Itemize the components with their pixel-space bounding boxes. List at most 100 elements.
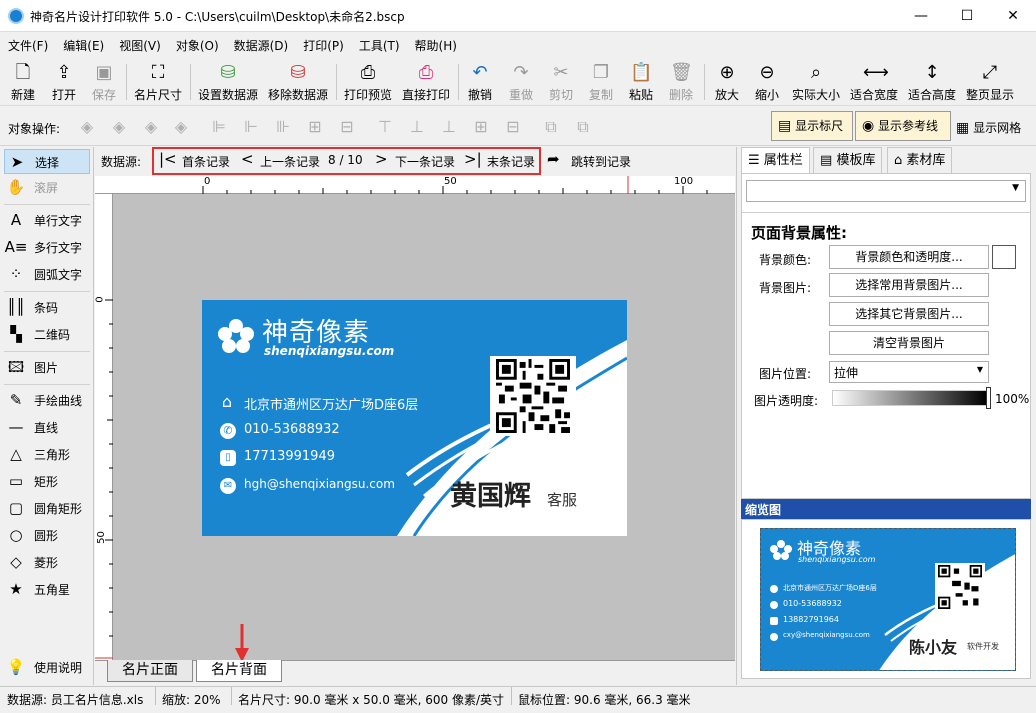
redo-button[interactable]: ↷ 重做 (506, 60, 536, 104)
card-size-icon: ⛶ (151, 62, 165, 83)
mobile-icon: ▯ (220, 450, 236, 466)
zoom-out-button[interactable]: ⊖ 缩小 (752, 60, 782, 104)
align-center-icon[interactable]: ⊩ (240, 116, 262, 138)
tool-barcode[interactable]: ║║ 条码 (4, 295, 90, 320)
props-divider (742, 212, 1030, 213)
align-bottom-icon[interactable]: ⊥ (438, 116, 460, 138)
layer-down-icon[interactable]: ◈ (140, 116, 162, 138)
tools-divider (4, 291, 90, 292)
fit-width-button[interactable]: ⟷ 适合宽度 (848, 60, 900, 104)
new-button[interactable]: 🗋 新建 (8, 60, 38, 104)
image-position-select[interactable]: 拉伸 ▼ (829, 361, 989, 383)
image-opacity-slider[interactable] (832, 390, 988, 406)
menu-help[interactable]: 帮助(H) (407, 33, 464, 54)
tool-diamond[interactable]: ◇ 菱形 (4, 550, 90, 575)
show-ruler-toggle[interactable]: ▤ 显示标尺 (771, 111, 853, 141)
card-size-button[interactable]: ⛶ 名片尺寸 (132, 60, 184, 104)
clear-bg-button[interactable]: 清空背景图片 (829, 331, 989, 355)
align-right-icon[interactable]: ⊪ (272, 116, 294, 138)
minimize-button[interactable]: — (898, 0, 944, 32)
object-selector-dropdown[interactable]: ▼ (746, 180, 1026, 202)
bg-color-swatch[interactable] (992, 245, 1016, 269)
save-button[interactable]: ▣ 保存 (89, 60, 119, 104)
undo-button[interactable]: ↶ 撤销 (465, 60, 495, 104)
tool-multi-text[interactable]: A≡ 多行文字 (4, 235, 90, 260)
tool-circle[interactable]: ○ 圆形 (4, 523, 90, 548)
tool-image[interactable]: 🖾 图片 (4, 355, 90, 380)
rect-icon: ▭ (8, 472, 24, 490)
tool-qrcode[interactable]: ▚ 二维码 (4, 322, 90, 347)
ungroup-icon[interactable]: ⧉ (572, 116, 594, 138)
distribute-v-icon[interactable]: ⊞ (470, 116, 492, 138)
menu-edit[interactable]: 编辑(E) (55, 33, 111, 54)
open-button[interactable]: ⇪ 打开 (49, 60, 79, 104)
align-middle-icon[interactable]: ⊥ (406, 116, 428, 138)
preview-card[interactable]: 神奇像素 shenqixiangsu.com 北京市通州区万达广场D座6层 01… (760, 528, 1016, 671)
brand-logo-icon (218, 319, 254, 353)
align-top-icon[interactable]: ⊤ (374, 116, 396, 138)
line-icon: — (8, 418, 24, 436)
tab-card-back[interactable]: 名片背面 (196, 660, 282, 682)
object-bar: 对象操作: ◈ ◈ ◈ ◈ ⊫ ⊩ ⊪ ⊞ ⊟ ⊤ ⊥ ⊥ ⊞ ⊟ ⧉ ⧉ ▤ … (0, 108, 1036, 146)
menu-object[interactable]: 对象(O) (168, 33, 226, 54)
fit-height-button[interactable]: ↕ 适合高度 (906, 60, 958, 104)
tab-materials[interactable]: ⌂ 素材库 (887, 147, 953, 173)
zoom-in-button[interactable]: ⊕ 放大 (712, 60, 742, 104)
show-guides-toggle[interactable]: ◉ 显示参考线 (855, 111, 951, 141)
delete-button[interactable]: 🗑 删除 (666, 60, 696, 104)
menu-tools[interactable]: 工具(T) (351, 33, 407, 54)
send-back-icon[interactable]: ◈ (170, 116, 192, 138)
menu-file[interactable]: 文件(F) (0, 33, 55, 54)
tool-single-text[interactable]: A 单行文字 (4, 208, 90, 233)
choose-other-bg-button[interactable]: 选择其它背景图片... (829, 302, 989, 326)
tool-select[interactable]: ➤ 选择 (4, 149, 90, 174)
help-button[interactable]: 💡 使用说明 (4, 655, 90, 680)
ruler-v-label-0: 0 (94, 296, 106, 303)
properties-panel: ▼ 页面背景属性: 背景颜色: 背景颜色和透明度... 背景图片: 选择常用背景… (741, 173, 1031, 499)
tab-card-front[interactable]: 名片正面 (107, 660, 193, 682)
group-icon[interactable]: ⧉ (540, 116, 562, 138)
main-toolbar: 🗋 新建 ⇪ 打开 ▣ 保存 ⛶ 名片尺寸 ⛁ 设置数据源 ⛁ 移除数据源 ⎙ 打印预览 ⎙ 直… (0, 58, 1036, 106)
distribute-h2-icon[interactable]: ⊟ (336, 116, 358, 138)
tool-star[interactable]: ★ 五角星 (4, 577, 90, 602)
print-preview-button[interactable]: ⎙ 打印预览 (342, 60, 394, 104)
tool-scroll[interactable]: ✋ 滚屏 (4, 175, 90, 200)
full-page-button[interactable]: ⤢ 整页显示 (964, 60, 1016, 104)
distribute-h-icon[interactable]: ⊞ (304, 116, 326, 138)
tool-line[interactable]: — 直线 (4, 415, 90, 440)
menu-datasource[interactable]: 数据源(D) (226, 33, 296, 54)
bring-front-icon[interactable]: ◈ (76, 116, 98, 138)
toolbar-divider (190, 64, 191, 100)
tools-divider (4, 384, 90, 385)
tool-round-rect[interactable]: ▢ 圆角矩形 (4, 496, 90, 521)
horizontal-ruler: 0 50 100 (95, 176, 735, 194)
paste-button[interactable]: 📋 粘贴 (626, 60, 656, 104)
layer-up-icon[interactable]: ◈ (108, 116, 130, 138)
opacity-slider-handle[interactable] (986, 387, 991, 409)
menu-view[interactable]: 视图(V) (111, 33, 168, 54)
ruler-icon: ▤ (778, 118, 792, 134)
tab-templates[interactable]: ▤ 模板库 (813, 147, 883, 173)
align-left-icon[interactable]: ⊫ (208, 116, 230, 138)
actual-size-button[interactable]: ⌕ 实际大小 (790, 60, 842, 104)
business-card[interactable]: 神奇像素 shenqixiangsu.com ⌂ 北京市通州区万达广场D座6层 … (202, 300, 627, 536)
maximize-button[interactable]: ☐ (944, 0, 990, 32)
jump-record-button[interactable]: 跳转到记录 (571, 153, 631, 170)
choose-common-bg-button[interactable]: 选择常用背景图片... (829, 273, 989, 297)
tab-properties[interactable]: ☰ 属性栏 (741, 147, 810, 173)
copy-button[interactable]: ❐ 复制 (586, 60, 616, 104)
star-icon: ★ (9, 580, 23, 598)
tool-rect[interactable]: ▭ 矩形 (4, 469, 90, 494)
menu-print[interactable]: 打印(P) (295, 33, 351, 54)
cut-button[interactable]: ✂ 剪切 (546, 60, 576, 104)
remove-datasource-button[interactable]: ⛁ 移除数据源 (266, 60, 330, 104)
tool-triangle[interactable]: △ 三角形 (4, 442, 90, 467)
close-button[interactable]: ✕ (990, 0, 1036, 32)
bg-color-button[interactable]: 背景颜色和透明度... (829, 245, 989, 269)
show-grid-toggle[interactable]: ▦ 显示网格 (956, 119, 1021, 136)
tool-freehand[interactable]: ✎ 手绘曲线 (4, 388, 90, 413)
tool-arc-text[interactable]: ⁘ 圆弧文字 (4, 262, 90, 287)
distribute-v2-icon[interactable]: ⊟ (502, 116, 524, 138)
set-datasource-button[interactable]: ⛁ 设置数据源 (196, 60, 260, 104)
direct-print-button[interactable]: ⎙ 直接打印 (400, 60, 452, 104)
